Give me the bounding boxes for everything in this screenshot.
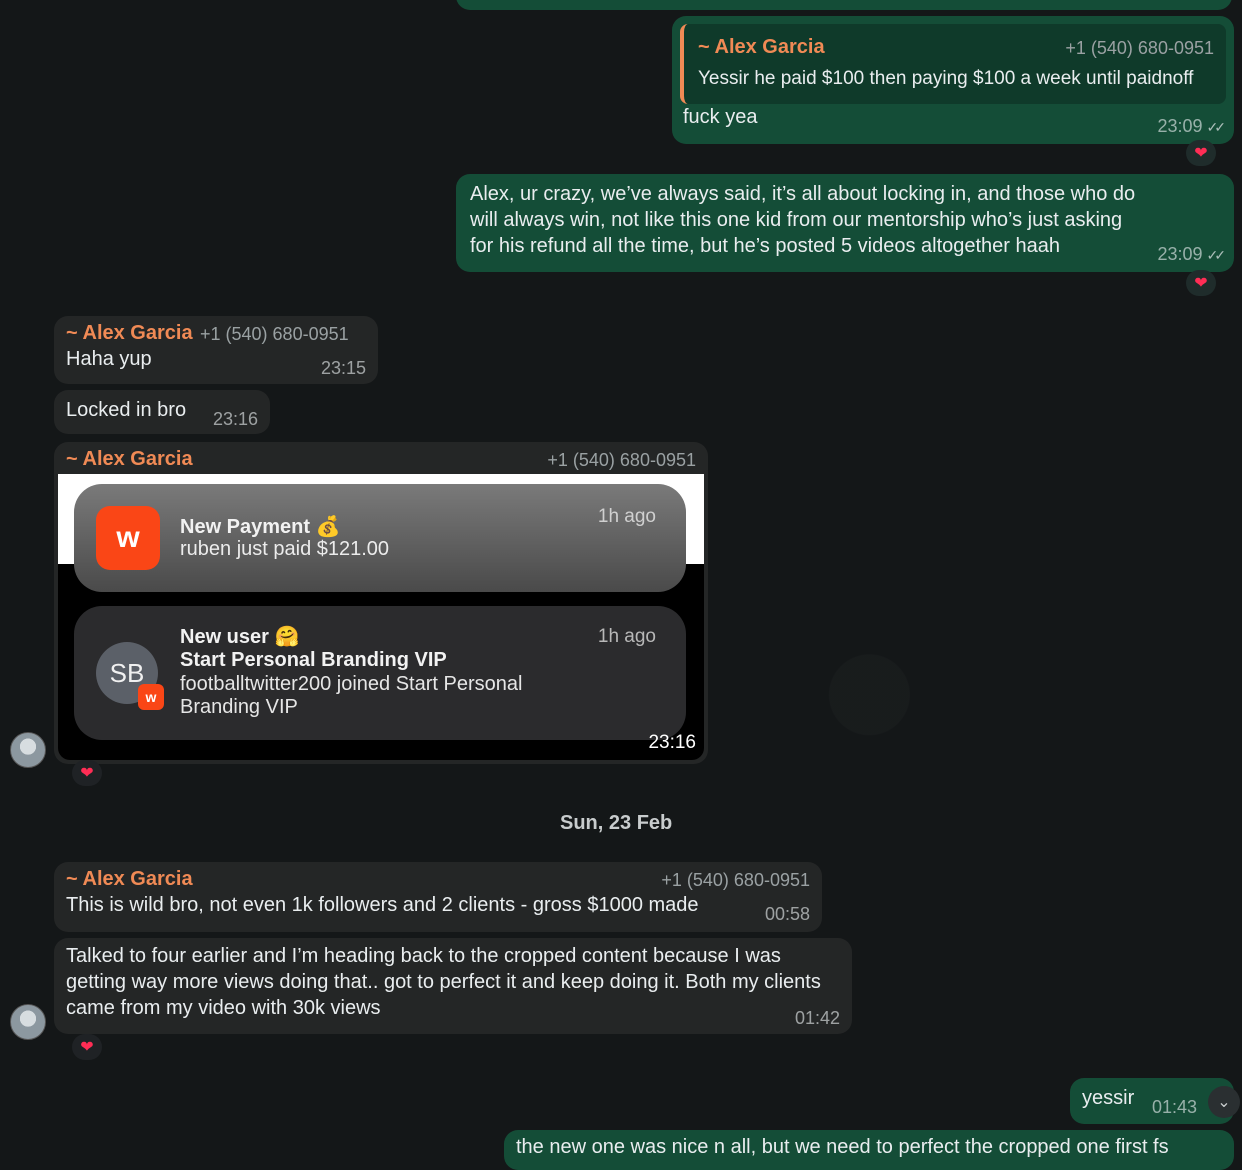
sender-name: ~ Alex Garcia [66,322,193,344]
whop-app-icon: w [96,506,160,570]
heart-reaction[interactable]: ❤ [1186,270,1216,296]
quoted-message[interactable]: ~ Alex Garcia +1 (540) 680-0951 Yessir h… [680,24,1226,104]
sender-avatar[interactable] [10,1004,46,1040]
avatar-initials: SB [109,657,145,688]
incoming-message-bubble[interactable]: Locked in bro 23:16 [54,390,270,434]
message-time-row: 23:09 ✓✓ [1157,116,1227,137]
incoming-image-message-bubble[interactable]: ~ Alex Garcia +1 (540) 680-0951 w New Pa… [54,442,708,764]
outgoing-message-bubble[interactable]: the new one was nice n all, but we need … [504,1130,1234,1170]
sender-name: ~ Alex Garcia [66,448,193,470]
heart-reaction[interactable]: ❤ [1186,140,1216,166]
heart-icon: ❤ [1194,145,1208,162]
notification-body: footballtwitter200 joined Start Personal… [180,673,523,718]
payment-notification[interactable]: w New Payment 💰 ruben just paid $121.00 … [74,484,686,592]
notification-title: New Payment 💰 [180,516,341,538]
incoming-message-bubble[interactable]: ~ Alex Garcia +1 (540) 680-0951 This is … [54,862,822,932]
outgoing-message-bubble[interactable]: ~ Alex Garcia +1 (540) 680-0951 Yessir h… [672,16,1234,144]
notification-time: 1h ago [597,506,656,527]
heart-icon: ❤ [80,1039,94,1056]
notification-screenshot[interactable]: w New Payment 💰 ruben just paid $121.00 … [58,474,704,760]
message-time: 23:16 [212,409,258,429]
notification-subtitle: Start Personal Branding VIP [180,649,447,671]
whop-badge-icon: w [138,684,164,710]
sender-name: ~ Alex Garcia [66,868,193,890]
scroll-to-bottom-button[interactable]: ⌄ [1208,1086,1240,1118]
message-text: Talked to four earlier and I’m heading b… [66,945,821,1019]
message-time: 23:16 [648,732,696,753]
heart-icon: ❤ [1194,275,1208,292]
heart-reaction[interactable]: ❤ [72,760,102,786]
sender-avatar[interactable] [10,732,46,768]
sender-phone: +1 (540) 680-0951 [661,870,810,890]
new-user-notification[interactable]: SB w New user 🤗 Start Personal Branding … [74,606,686,740]
incoming-message-bubble[interactable]: ~ Alex Garcia +1 (540) 680-0951 Haha yup… [54,316,378,384]
heart-icon: ❤ [80,765,94,782]
chevron-down-icon: ⌄ [1217,1094,1231,1111]
message-time: 23:09 [1157,244,1203,264]
date-separator: Sun, 23 Feb [560,812,673,834]
sender-phone: +1 (540) 680-0951 [547,450,696,470]
quoted-sender-phone: +1 (540) 680-0951 [1065,38,1214,58]
quoted-sender-name: ~ Alex Garcia [698,36,825,58]
message-text: Alex, ur crazy, we’ve always said, it’s … [470,183,1136,257]
message-time: 23:15 [320,358,366,378]
message-time-row: 23:09 ✓✓ [1157,244,1227,265]
message-text: fuck yea [683,106,758,128]
message-time: 00:58 [764,904,810,924]
heart-reaction[interactable]: ❤ [72,1034,102,1060]
outgoing-message-bubble[interactable]: Alex, ur crazy, we’ve always said, it’s … [456,174,1234,272]
message-time: 01:43 [1152,1097,1198,1117]
read-receipt-icon: ✓✓ [1206,247,1227,263]
message-time: 01:42 [794,1008,840,1028]
sender-phone: +1 (540) 680-0951 [200,324,349,344]
quoted-text: Yessir he paid $100 then paying $100 a w… [698,68,1194,89]
notification-time: 1h ago [597,626,656,647]
message-text: Haha yup [66,348,152,370]
message-text: the new one was nice n all, but we need … [516,1136,1169,1158]
outgoing-bubble-partial-top[interactable] [456,0,1232,10]
notification-title: New user 🤗 [180,626,300,648]
incoming-message-bubble[interactable]: Talked to four earlier and I’m heading b… [54,938,852,1034]
notification-body: ruben just paid $121.00 [180,538,390,560]
message-text: Locked in bro [66,399,187,421]
read-receipt-icon: ✓✓ [1206,119,1227,135]
message-time: 23:09 [1157,116,1203,136]
message-text: This is wild bro, not even 1k followers … [66,894,699,916]
message-text: yessir [1082,1087,1135,1109]
